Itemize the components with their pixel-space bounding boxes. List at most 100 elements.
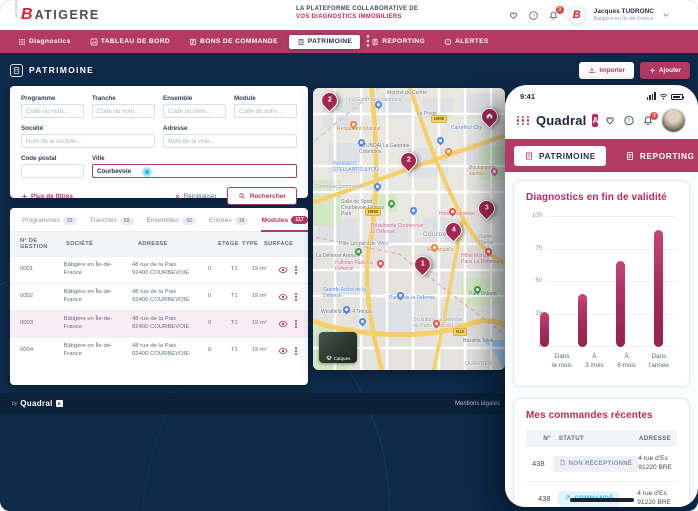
map-view[interactable]: La Garenne-ColombesMarché du CentreLa Po… bbox=[313, 88, 505, 370]
result-tab[interactable]: Entrées 10 bbox=[209, 216, 249, 231]
cell-surface: 19 m² bbox=[252, 266, 279, 274]
phone-nav-tab[interactable]: PATRIMOINE bbox=[514, 146, 606, 166]
field-input[interactable] bbox=[21, 164, 84, 178]
field-input[interactable] bbox=[92, 104, 155, 118]
road-shield: D908 bbox=[431, 115, 447, 123]
chart-bar bbox=[540, 312, 549, 347]
app-menu-grid-icon[interactable] bbox=[517, 116, 530, 126]
result-tab[interactable]: Tranches 50 bbox=[90, 216, 134, 231]
chevron-down-icon[interactable] bbox=[662, 11, 670, 19]
filter-grid: Programme Tranche Ensemble Mo bbox=[21, 95, 297, 178]
row-kebab-icon[interactable] bbox=[294, 319, 298, 329]
footer-brand[interactable]: Quadral bbox=[20, 399, 52, 408]
user-avatar[interactable]: B bbox=[568, 6, 586, 24]
footer-brand-badge: A bbox=[56, 400, 63, 407]
table-row[interactable]: 0004 Bâtigère en Île-de-France 48 rue de… bbox=[10, 337, 308, 364]
nav-item-label: BONS DE COMMANDE bbox=[200, 38, 278, 45]
row-kebab-icon[interactable] bbox=[294, 346, 298, 356]
nav-overflow-kebab-icon[interactable] bbox=[364, 34, 372, 48]
tab-count-badge: 20 bbox=[63, 217, 77, 225]
report-icon bbox=[625, 151, 635, 161]
reset-filters-label: Réinitialiser bbox=[184, 193, 217, 200]
status-time: 9:41 bbox=[520, 92, 535, 101]
map-label: PEUGEOT STELLANTIS &YOU bbox=[333, 162, 387, 174]
map-label: Saint-Pierre bbox=[479, 235, 505, 247]
nav-item[interactable]: Diagnostics bbox=[10, 35, 79, 49]
result-tabs: Programmes 20 Tranches 50 Ensembles 42 E… bbox=[10, 208, 308, 232]
more-filters-link[interactable]: Plus de filtres bbox=[21, 193, 73, 200]
field-input[interactable] bbox=[21, 134, 155, 148]
nav-item-label: TABLEAU DE BORD bbox=[101, 38, 170, 45]
search-button[interactable]: Rechercher bbox=[227, 187, 297, 205]
top-bar: GROUPE B ATIGERE LA PLATEFORME COLLABORA… bbox=[0, 0, 698, 30]
nav-item[interactable]: REPORTING bbox=[363, 35, 433, 49]
field-input[interactable] bbox=[163, 104, 226, 118]
notifications-bell-icon[interactable]: 3 bbox=[548, 9, 560, 21]
nav-item[interactable]: PATRIMOINE bbox=[289, 35, 360, 49]
tab-count-badge: 10 bbox=[235, 217, 249, 225]
nav-item[interactable]: ALERTES bbox=[436, 35, 497, 49]
row-kebab-icon[interactable] bbox=[294, 292, 298, 302]
filter-field: Société bbox=[21, 125, 155, 148]
status-badge: NON RÉCEPTIONNÉ bbox=[553, 456, 639, 472]
view-eye-icon[interactable] bbox=[278, 347, 288, 355]
cell-num: 0002 bbox=[20, 293, 64, 301]
result-tab[interactable]: Programmes 20 bbox=[22, 216, 77, 231]
cell-adresse: 48 rue de la Paix92400 COURBEVOIE bbox=[132, 262, 208, 278]
tab-label: Programmes bbox=[22, 217, 60, 224]
main-nav: Diagnostics TABLEAU DE BORD BONS DE COMM… bbox=[0, 30, 698, 53]
table-row[interactable]: 0002 Bâtigère en Île-de-France 48 rue de… bbox=[10, 283, 308, 310]
grey-icon bbox=[559, 459, 566, 468]
field-input[interactable] bbox=[21, 104, 84, 118]
map-label: Hôtel Courseine bbox=[439, 212, 475, 218]
phone-nav-tab[interactable]: REPORTING bbox=[615, 146, 698, 166]
nav-item[interactable]: BONS DE COMMANDE bbox=[181, 35, 286, 49]
map-layers-toggle[interactable]: Calques bbox=[319, 332, 357, 363]
view-eye-icon[interactable] bbox=[278, 293, 288, 301]
notifications-bell-icon[interactable]: 3 bbox=[642, 115, 654, 127]
view-eye-icon[interactable] bbox=[278, 266, 288, 274]
help-icon[interactable]: ? bbox=[623, 115, 635, 127]
help-icon[interactable]: ? bbox=[528, 9, 540, 21]
home-indicator[interactable] bbox=[570, 498, 634, 502]
quadral-logo: Quadral bbox=[536, 113, 587, 128]
user-name: Jacques TUDRONC bbox=[594, 8, 654, 16]
field-input[interactable] bbox=[163, 134, 297, 148]
page-title: PATRIMOINE bbox=[29, 65, 94, 75]
table-row[interactable]: 0003 Bâtigère en Île-de-France 48 rue de… bbox=[10, 310, 308, 337]
view-eye-icon[interactable] bbox=[278, 320, 288, 328]
user-avatar-photo[interactable] bbox=[661, 108, 686, 133]
nav-item-label: PATRIMOINE bbox=[308, 38, 352, 45]
favorites-heart-icon[interactable] bbox=[508, 9, 520, 21]
user-info[interactable]: Jacques TUDRONC Batigère en Île-de-Franc… bbox=[594, 8, 654, 22]
cell-etage: 0 bbox=[208, 266, 231, 274]
batigere-logo[interactable]: GROUPE B ATIGERE bbox=[14, 7, 100, 23]
legal-mentions-link[interactable]: Mentions légales bbox=[455, 401, 500, 407]
nav-item[interactable]: TABLEAU DE BORD bbox=[82, 35, 178, 49]
result-tab[interactable]: Modules 117 bbox=[261, 216, 307, 232]
field-input[interactable] bbox=[92, 164, 297, 178]
row-kebab-icon[interactable] bbox=[294, 265, 298, 275]
filter-field: Adresse bbox=[163, 125, 297, 148]
orders-table-header: N° STATUT ADRESSE bbox=[526, 430, 677, 447]
map-label: Parvis de la Défense bbox=[389, 296, 435, 302]
logo-groupe-label: GROUPE bbox=[15, 13, 19, 18]
tab-count-badge: 42 bbox=[182, 217, 196, 225]
field-input[interactable] bbox=[234, 104, 297, 118]
orders-title: Mes commandes récentes bbox=[526, 410, 677, 421]
svg-text:?: ? bbox=[628, 118, 631, 124]
cell-societe: Bâtigère en Île-de-France bbox=[64, 289, 132, 305]
search-button-label: Rechercher bbox=[250, 193, 286, 200]
result-tab[interactable]: Ensembles 42 bbox=[147, 216, 196, 231]
favorites-heart-icon[interactable] bbox=[604, 115, 616, 127]
add-button[interactable]: Ajouter bbox=[640, 62, 690, 79]
reset-filters-link[interactable]: Réinitialiser bbox=[174, 193, 217, 200]
order-row[interactable]: 438 COMMANDÉ 4 rue d'Es91220 BRE bbox=[526, 482, 677, 507]
cell-adresse: 48 rue de la Paix92400 COURBEVOIE bbox=[132, 289, 208, 305]
order-row[interactable]: 438 NON RÉCEPTIONNÉ 4 rue d'Es91220 BRE bbox=[526, 447, 677, 482]
table-row[interactable]: 0001 Bâtigère en Île-de-France 48 rue de… bbox=[10, 256, 308, 283]
phone-nav-kebab-icon[interactable] bbox=[680, 182, 690, 196]
import-button[interactable]: Importer bbox=[579, 62, 634, 79]
layers-icon bbox=[326, 355, 332, 361]
cell-etage: 0 bbox=[208, 347, 231, 355]
